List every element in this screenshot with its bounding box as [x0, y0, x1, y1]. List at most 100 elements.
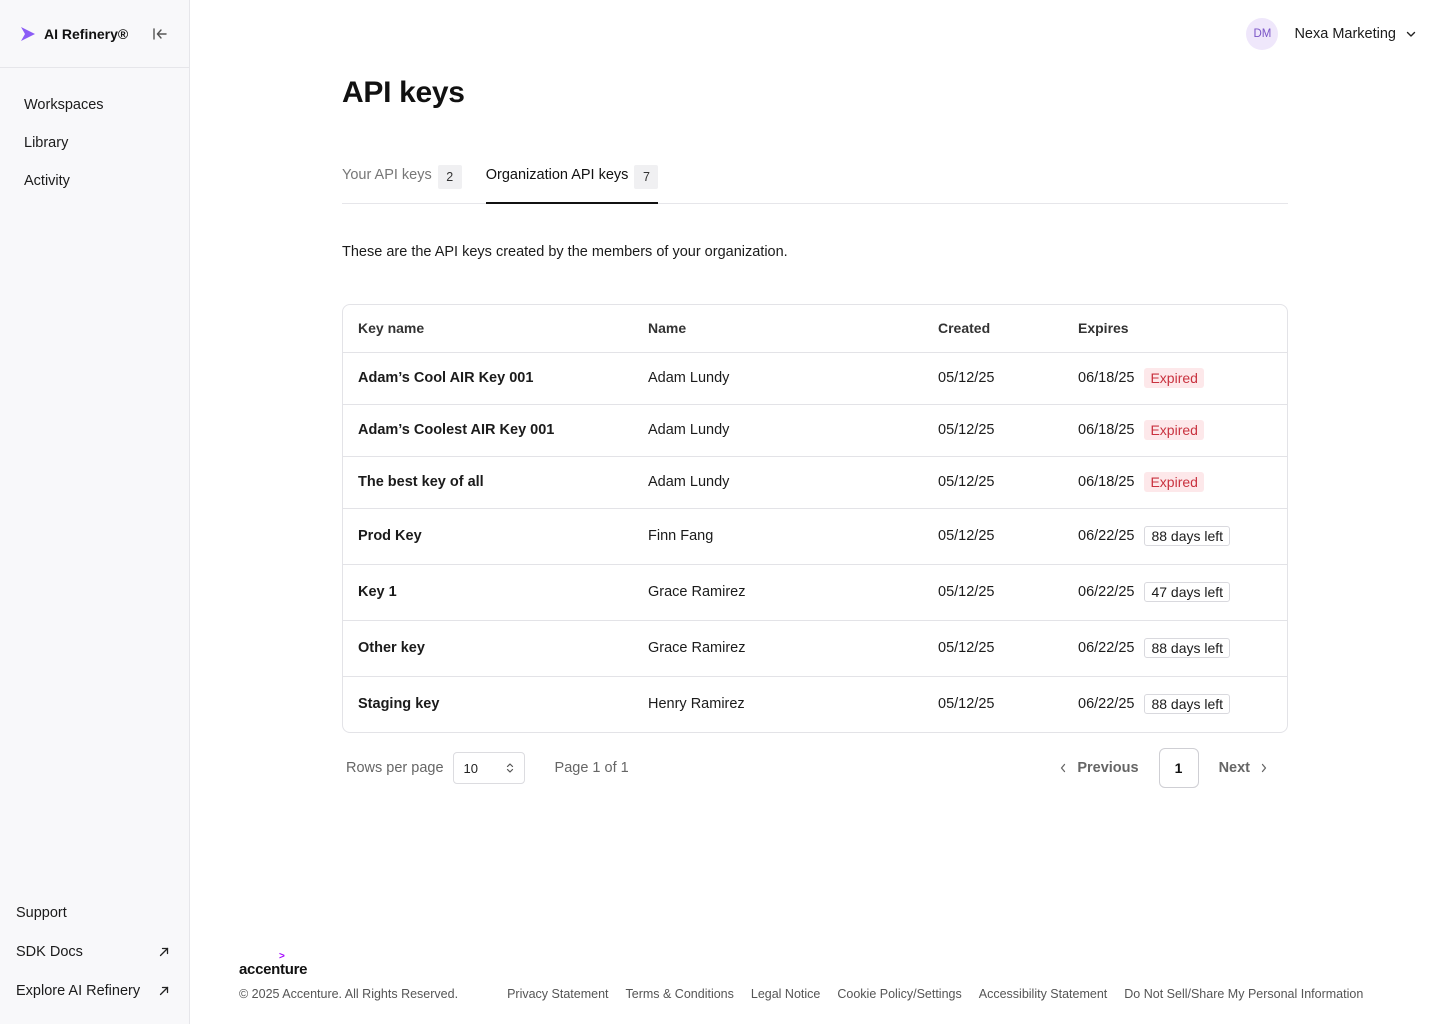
created-cell: 05/12/25: [938, 696, 995, 713]
table-row[interactable]: Staging key Henry Ramirez 05/12/25 06/22…: [343, 676, 1287, 732]
sidebar-item-library[interactable]: Library: [0, 132, 189, 170]
sidebar-item-sdk-docs[interactable]: SDK Docs: [0, 932, 189, 971]
owner-name-cell: Adam Lundy: [633, 404, 923, 457]
tab-label: Organization API keys: [485, 167, 629, 183]
tab-count-badge: 2: [437, 165, 462, 189]
previous-label: Previous: [1077, 760, 1139, 776]
key-name-cell: Key 1: [343, 564, 633, 621]
sidebar-item-label: SDK Docs: [16, 943, 83, 960]
rows-per-page-value: 10: [463, 760, 478, 776]
owner-name-cell: Finn Fang: [633, 508, 923, 565]
expires-date: 06/18/25: [1078, 370, 1135, 386]
status-badge: 88 days left: [1144, 638, 1231, 658]
page-description: These are the API keys created by the me…: [342, 244, 788, 260]
previous-page-button[interactable]: Previous: [1059, 760, 1139, 776]
status-badge: Expired: [1144, 368, 1204, 388]
expires-date: 06/18/25: [1078, 474, 1135, 490]
column-header-key-name: Key name: [343, 305, 633, 353]
chevron-left-icon: [1061, 763, 1066, 773]
key-name-cell: Adam’s Cool AIR Key 001: [343, 352, 633, 405]
created-cell: 05/12/25: [923, 456, 1063, 509]
created-cell: 05/12/25: [923, 620, 1063, 677]
status-badge: 88 days left: [1144, 526, 1231, 546]
external-link-icon: [159, 947, 169, 956]
table-row[interactable]: Adam’s Cool AIR Key 001 Adam Lundy 05/12…: [343, 352, 1287, 405]
sidebar-item-activity[interactable]: Activity: [0, 170, 189, 208]
expires-cell: 06/22/25 47 days left: [1063, 564, 1287, 621]
sidebar-item-label: Support: [16, 904, 67, 921]
tab-count-badge: 7: [634, 165, 659, 189]
expires-cell: 06/22/25 88 days left: [1063, 676, 1287, 732]
sidebar-item-explore-ai-refinery[interactable]: Explore AI Refinery: [0, 971, 189, 1010]
key-name-cell: Adam’s Coolest AIR Key 001: [343, 404, 633, 457]
accenture-wordmark: accenture: [239, 961, 308, 978]
chevron-down-icon: [1406, 31, 1416, 37]
table-row[interactable]: Prod Key Finn Fang 05/12/25 06/22/25 88 d…: [343, 508, 1287, 565]
expires-cell: 06/22/25 88 days left: [1063, 620, 1287, 677]
footer-link-do-not-sell[interactable]: Do Not Sell/Share My Personal Informatio…: [1124, 987, 1363, 1001]
tab-bar: Your API keys 2 Organization API keys 7: [342, 162, 1288, 204]
footer-link-accessibility-statement[interactable]: Accessibility Statement: [979, 987, 1108, 1001]
pagination-controls: Previous 1 Next: [1059, 748, 1288, 788]
page-info: Page 1 of 1: [554, 760, 629, 776]
footer-link-legal-notice[interactable]: Legal Notice: [751, 987, 821, 1001]
collapse-left-icon: [153, 27, 167, 40]
expires-cell: 06/18/25 Expired: [1063, 352, 1287, 405]
created-cell: 05/12/25: [923, 564, 1063, 621]
org-switcher[interactable]: DM Nexa Marketing: [1246, 18, 1416, 50]
footer-link-privacy-statement[interactable]: Privacy Statement: [507, 987, 608, 1001]
expires-cell: 06/18/25 Expired: [1063, 456, 1287, 509]
footer-link-cookie-policy[interactable]: Cookie Policy/Settings: [837, 987, 961, 1001]
key-name-cell: Other key: [343, 620, 633, 677]
created-cell: 05/12/25: [923, 404, 1063, 457]
column-header-expires: Expires: [1063, 305, 1287, 353]
expires-date: 06/22/25: [1078, 696, 1135, 713]
brand-name: AI Refinery®: [44, 25, 129, 42]
footer-link-terms-conditions[interactable]: Terms & Conditions: [626, 987, 734, 1001]
rows-per-page-select[interactable]: 10: [452, 752, 525, 784]
expires-date: 06/22/25: [1078, 640, 1135, 656]
sidebar-nav: Workspaces Library Activity: [0, 68, 189, 208]
table-row[interactable]: Key 1 Grace Ramirez 05/12/25 06/22/25 47 …: [343, 564, 1287, 621]
key-name-cell: Prod Key: [343, 508, 633, 565]
page-number-button[interactable]: 1: [1158, 748, 1199, 788]
created-cell: 05/12/25: [923, 508, 1063, 565]
owner-name-cell: Grace Ramirez: [633, 620, 923, 677]
sidebar-item-workspaces[interactable]: Workspaces: [0, 94, 189, 132]
footer-links: © 2025 Accenture. All Rights Reserved. P…: [239, 987, 1419, 1001]
status-badge: 47 days left: [1144, 582, 1231, 602]
next-label: Next: [1218, 760, 1250, 776]
expires-date: 06/22/25: [1078, 528, 1135, 544]
key-name-cell: The best key of all: [343, 456, 633, 509]
sidebar-item-label: Explore AI Refinery: [16, 982, 141, 999]
copyright: © 2025 Accenture. All Rights Reserved.: [239, 987, 459, 1001]
status-badge: Expired: [1144, 472, 1204, 492]
brand-header: AI Refinery®: [0, 0, 189, 68]
table-row[interactable]: Other key Grace Ramirez 05/12/25 06/22/2…: [343, 620, 1287, 677]
column-header-name: Name: [633, 305, 923, 353]
owner-name-cell: Henry Ramirez: [648, 696, 745, 713]
expires-date: 06/22/25: [1078, 584, 1135, 600]
chevron-up-down-icon: [506, 763, 513, 773]
created-cell: 05/12/25: [923, 352, 1063, 405]
api-keys-table: Key name Name Created Expires Adam’s Coo…: [342, 304, 1288, 733]
table-row[interactable]: The best key of all Adam Lundy 05/12/25 …: [343, 456, 1287, 509]
next-page-button[interactable]: Next: [1219, 760, 1268, 776]
page-title: API keys: [342, 76, 465, 109]
tab-organization-api-keys[interactable]: Organization API keys 7: [485, 162, 659, 204]
accenture-logo: > accenture: [239, 951, 308, 978]
owner-name-cell: Adam Lundy: [633, 456, 923, 509]
ai-refinery-logo-icon: [21, 26, 35, 41]
status-badge: 88 days left: [1144, 694, 1231, 715]
sidebar-item-support[interactable]: Support: [0, 893, 189, 932]
sidebar-bottom-links: Support SDK Docs Explore AI Refinery: [0, 893, 189, 1010]
owner-name-cell: Grace Ramirez: [633, 564, 923, 621]
sidebar: AI Refinery® Workspaces Library Activity…: [0, 0, 190, 1024]
table-row[interactable]: Adam’s Coolest AIR Key 001 Adam Lundy 05…: [343, 404, 1287, 457]
tab-your-api-keys[interactable]: Your API keys 2: [342, 162, 462, 204]
owner-name-cell: Adam Lundy: [633, 352, 923, 405]
collapse-sidebar-button[interactable]: [151, 25, 169, 43]
column-header-created: Created: [923, 305, 1063, 353]
footer: > accenture © 2025 Accenture. All Rights…: [239, 951, 1419, 1001]
org-name: Nexa Marketing: [1294, 26, 1396, 42]
